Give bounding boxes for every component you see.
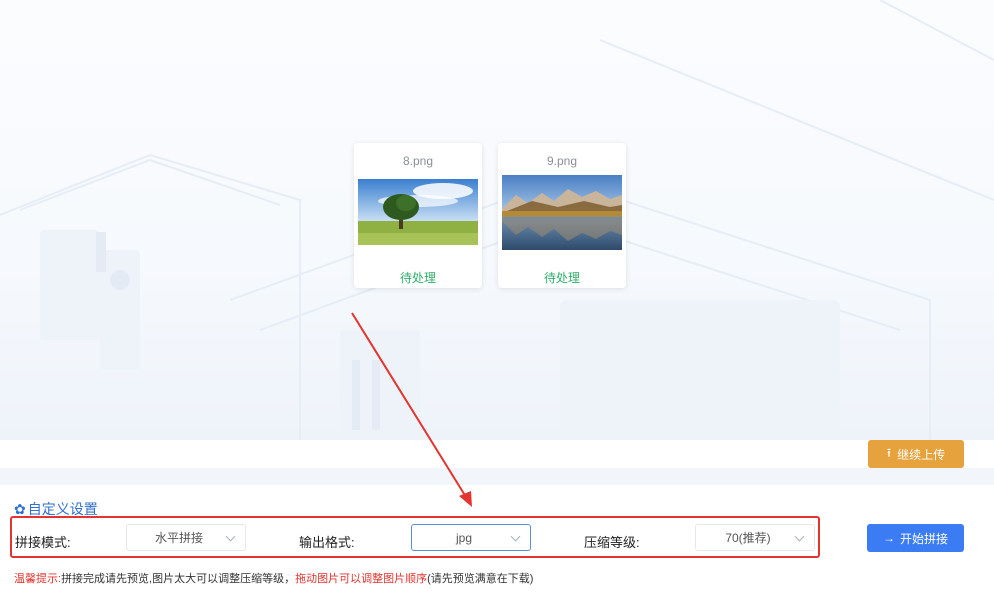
tip-part2: (请先预览满意在下载)	[427, 573, 534, 585]
tip-part1: 拼接完成请先预览,图片太大可以调整压缩等级，	[61, 573, 296, 585]
format-value: jpg	[455, 530, 472, 545]
start-stitch-button[interactable]: → 开始拼接	[867, 524, 964, 552]
format-select[interactable]: jpg	[411, 524, 531, 551]
upload-area[interactable]: 8.png 待处理 9.png 待处理	[0, 0, 994, 440]
image-thumbnail	[502, 175, 622, 250]
continue-upload-button[interactable]: ⭱ 继续上传	[868, 440, 964, 468]
chevron-down-icon	[225, 531, 236, 542]
file-name: 9.png	[546, 154, 578, 168]
background-illustration	[0, 0, 994, 440]
file-name: 8.png	[402, 154, 434, 168]
tip-text: 温馨提示:拼接完成请先预览,图片太大可以调整压缩等级，拖动图片可以调整图片顺序(…	[14, 570, 533, 586]
gear-icon: ✿	[14, 500, 26, 517]
file-status: 待处理	[543, 271, 580, 285]
continue-upload-label: 继续上传	[897, 447, 946, 462]
arrow-right-icon: →	[882, 531, 895, 545]
file-card[interactable]: 8.png 待处理	[354, 143, 482, 288]
chevron-down-icon	[794, 531, 805, 542]
settings-panel: ✿ 自定义设置 拼接模式: 水平拼接 输出格式: jpg 压缩等级: 70(推荐…	[0, 485, 994, 598]
mode-label: 拼接模式:	[15, 535, 71, 550]
chevron-down-icon	[510, 531, 521, 542]
upload-toolbar	[0, 440, 994, 468]
compression-value: 70(推荐)	[725, 531, 771, 545]
file-card[interactable]: 9.png 待处理	[498, 143, 626, 288]
tip-highlight: 拖动图片可以调整图片顺序	[295, 573, 428, 585]
image-thumbnail	[358, 179, 478, 245]
upload-icon: ⭱	[886, 445, 892, 460]
start-stitch-label: 开始拼接	[899, 531, 948, 546]
format-label: 输出格式:	[299, 535, 355, 550]
file-status: 待处理	[399, 271, 436, 285]
tip-prefix: 温馨提示:	[14, 573, 62, 585]
compression-select[interactable]: 70(推荐)	[695, 524, 815, 551]
compression-label: 压缩等级:	[584, 535, 640, 550]
mode-value: 水平拼接	[154, 531, 203, 545]
mode-select[interactable]: 水平拼接	[126, 524, 246, 551]
